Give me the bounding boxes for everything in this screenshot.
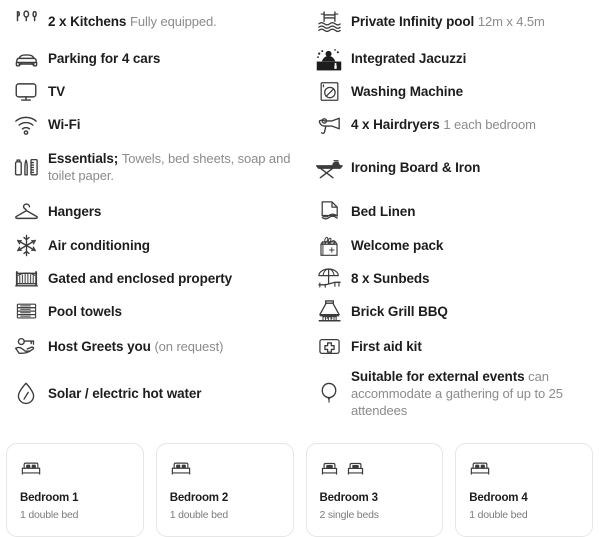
amenity-parking: Parking for 4 cars [4,42,299,75]
amenity-gated-property: Gated and enclosed property [4,262,299,295]
washing-machine-icon [307,75,351,109]
bbq-grill-icon [307,295,351,329]
amenity-welcome-pack: Welcome pack [307,229,598,262]
bed-icons [469,458,579,480]
amenity-bed-linen: Bed Linen [307,193,598,229]
amenity-label: Suitable for external events can accommo… [351,368,563,418]
bedrooms-section: Bedroom 1 1 double bed Bedroom 2 1 doubl… [0,443,599,537]
bedroom-description: 1 double bed [169,509,229,521]
amenity-hot-water: Solar / electric hot water [4,365,299,421]
snowflake-icon [4,229,48,263]
wifi-icon [4,108,48,142]
amenity-detail: 1 each bedroom [443,117,536,132]
bedroom-description: 1 double bed [469,509,528,521]
amenity-label: Bed Linen [351,203,416,219]
bedroom-name: Bedroom 3 [319,492,378,504]
amenity-label: Washing Machine [351,84,464,99]
bed-linen-icon [307,194,351,228]
bedroom-name: Bedroom 2 [169,492,229,504]
amenity-external-events: Suitable for external events can accommo… [307,365,598,421]
hand-key-icon [4,330,48,364]
amenity-label: Integrated Jacuzzi [351,51,467,66]
car-icon [4,42,48,76]
amenity-air-conditioning: Air conditioning [4,229,299,262]
amenity-label: Hangers [48,203,102,219]
bed-icons [170,458,280,480]
single-bed-icon [346,458,365,481]
amenity-hangers: Hangers [4,193,299,229]
bed-icons [20,458,130,480]
amenity-label: Ironing Board & Iron [351,159,481,175]
amenity-label: Parking for 4 cars [48,51,161,66]
bedroom-description: 1 double bed [20,509,79,521]
bedroom-name: Bedroom 4 [469,492,528,504]
amenity-label: Gated and enclosed property [48,271,233,286]
single-bed-icon [320,458,339,481]
amenity-label: Host Greets you (on request) [48,339,224,354]
gate-icon [4,262,48,296]
double-bed-icon [170,458,192,481]
amenity-jacuzzi: Integrated Jacuzzi [307,42,598,75]
bed-icons [320,458,430,480]
bedroom-name: Bedroom 1 [20,492,79,504]
kitchen-utensils-icon [4,4,48,38]
double-bed-icon [20,458,42,481]
bedroom-card[interactable]: Bedroom 3 2 single beds [305,443,444,537]
amenity-label: Private Infinity pool 12m x 4.5m [351,13,545,29]
amenities-section: 2 x Kitchens Fully equipped. Parking for… [0,0,599,430]
amenity-hairdryers: 4 x Hairdryers 1 each bedroom [307,108,598,141]
double-bed-icon [469,458,491,481]
sunbed-icon [307,262,351,296]
infinity-pool-icon [307,4,351,38]
amenity-essentials: Essentials; Towels, bed sheets, soap and… [4,141,299,193]
amenity-label: Air conditioning [48,238,150,253]
amenity-label: Pool towels [48,304,122,319]
amenity-sunbeds: 8 x Sunbeds [307,262,598,295]
amenity-washing-machine: Washing Machine [307,75,598,108]
hanger-icon [4,194,48,228]
water-drop-icon [4,376,48,410]
amenity-wifi: Wi-Fi [4,108,299,141]
amenity-label: 4 x Hairdryers 1 each bedroom [351,117,536,132]
amenity-host-greets: Host Greets you (on request) [4,328,299,365]
amenity-label: Brick Grill BBQ [351,304,448,319]
amenity-kitchens: 2 x Kitchens Fully equipped. [4,0,299,42]
amenity-label: Solar / electric hot water [48,385,202,401]
toiletries-icon [4,150,48,184]
amenity-detail: Fully equipped. [130,13,217,29]
amenity-label: Welcome pack [351,238,444,253]
amenity-pool-towels: Pool towels [4,295,299,328]
balloon-icon [307,376,351,410]
amenity-label: TV [48,84,66,99]
bedroom-card[interactable]: Bedroom 1 1 double bed [6,443,144,537]
ironing-board-icon [307,150,351,184]
amenity-ironing-board: Ironing Board & Iron [307,141,598,193]
bedroom-card[interactable]: Bedroom 4 1 double bed [455,443,593,537]
amenity-label: Essentials; Towels, bed sheets, soap and… [48,151,291,183]
amenity-infinity-pool: Private Infinity pool 12m x 4.5m [307,0,598,42]
hairdryer-icon [307,108,351,142]
amenity-bbq: Brick Grill BBQ [307,295,598,328]
amenities-left-column: 2 x Kitchens Fully equipped. Parking for… [0,0,299,430]
amenity-label: 8 x Sunbeds [351,271,430,286]
amenity-first-aid-kit: First aid kit [307,328,598,365]
first-aid-icon [307,330,351,364]
welcome-pack-icon [307,229,351,263]
jacuzzi-icon [307,42,351,76]
amenity-label: Wi-Fi [48,117,81,132]
bedroom-card[interactable]: Bedroom 2 1 double bed [155,443,294,537]
tv-icon [4,75,48,109]
amenity-detail: (on request) [154,339,224,354]
amenity-label: First aid kit [351,339,422,354]
amenity-tv: TV [4,75,299,108]
bedroom-description: 2 single beds [319,509,379,521]
amenities-right-column: Private Infinity pool 12m x 4.5m Integra… [299,0,598,430]
amenity-label: 2 x Kitchens Fully equipped. [48,13,217,29]
amenity-detail: 12m x 4.5m [477,13,545,29]
folded-towels-icon [4,295,48,329]
